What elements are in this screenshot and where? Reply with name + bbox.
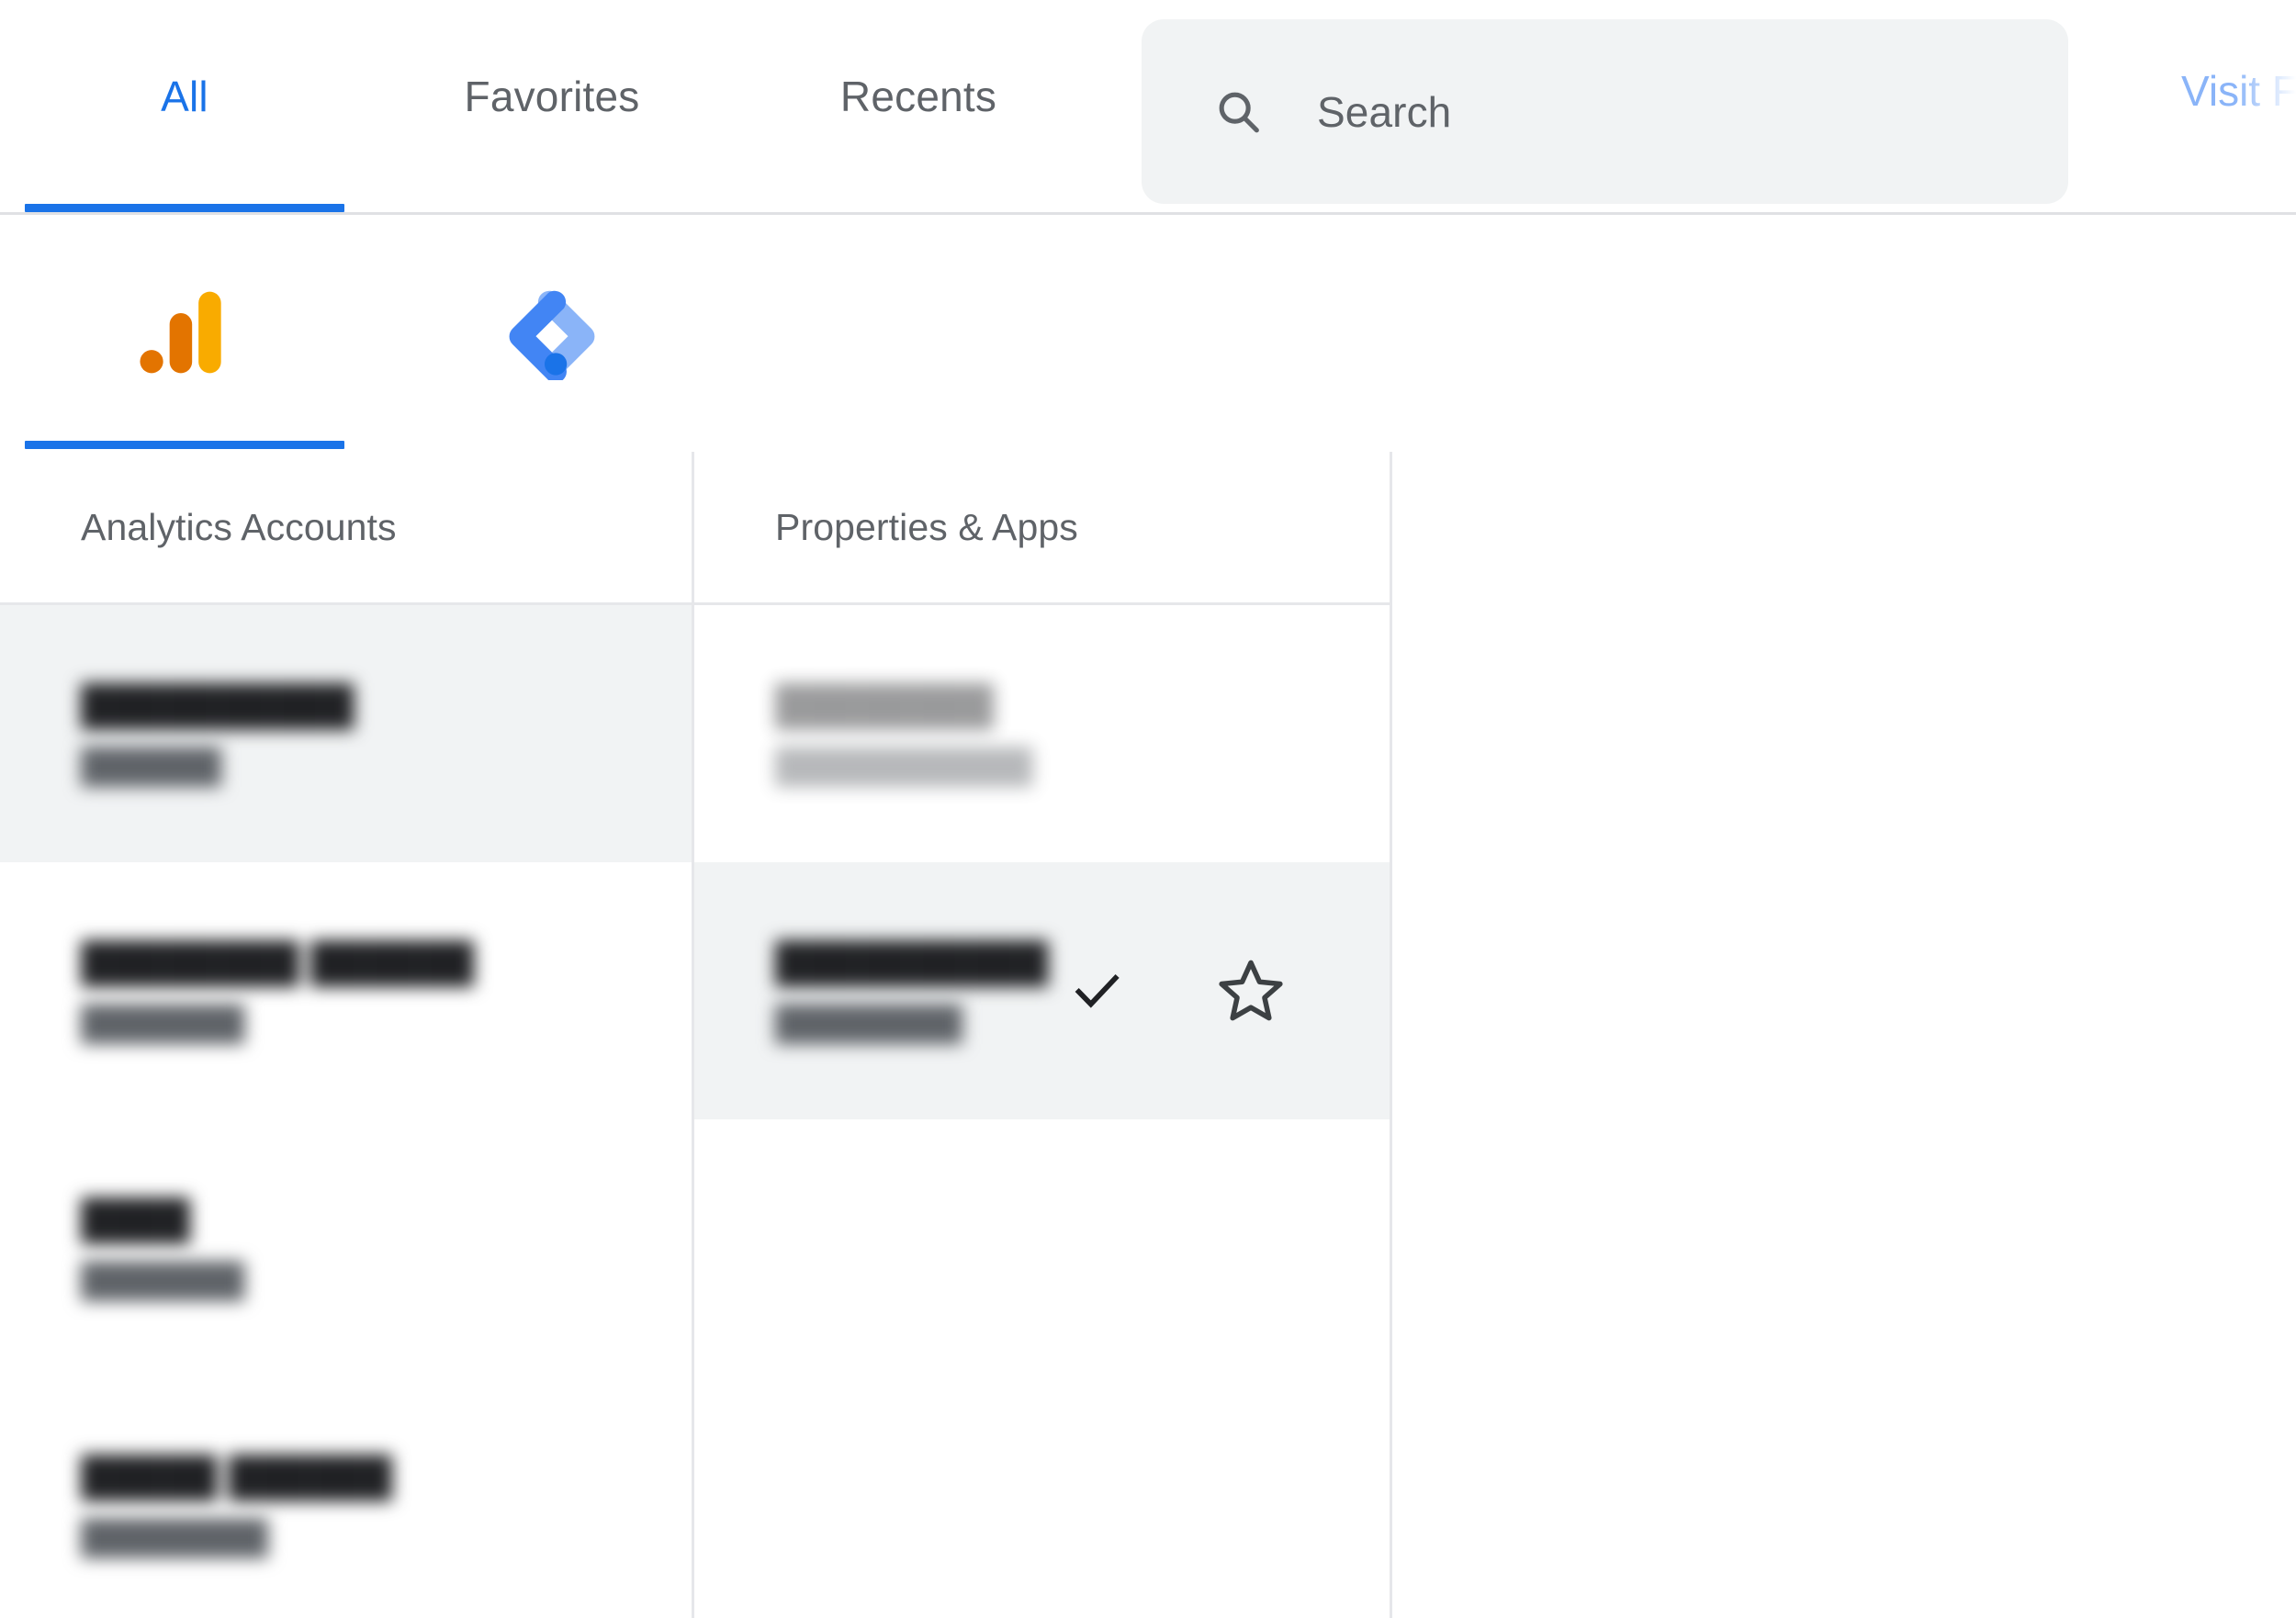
product-tab-bar: All accounts — [0, 215, 2296, 452]
account-row-4-name: █████ ██████ — [81, 1453, 392, 1500]
account-picker-screen: All Favorites Recents Search Visit Fireb… — [0, 0, 2296, 1618]
active-product-tab-indicator — [25, 441, 344, 449]
picker-columns: Analytics Accounts ██████████ ██████ ███… — [0, 452, 2296, 1618]
property-row-2-actions — [1068, 955, 1390, 1027]
column-analytics-accounts: Analytics Accounts ██████████ ██████ ███… — [0, 452, 694, 1618]
account-row-2-texts: ████████ ██████ ███████ — [81, 938, 474, 1043]
account-row-4-texts: █████ ██████ ████████ — [81, 1453, 392, 1557]
account-row-1-name: ██████████ — [81, 681, 355, 729]
search-icon — [1212, 85, 1266, 139]
account-row-3-name: ████ — [81, 1196, 245, 1243]
product-tab-google-analytics[interactable] — [0, 215, 369, 449]
tab-all[interactable]: All — [0, 0, 369, 212]
property-row-1-id: ███████████ — [775, 746, 1033, 786]
tab-recents-label: Recents — [840, 72, 996, 121]
property-row-2[interactable]: ██████████ ████████ — [694, 862, 1390, 1119]
check-icon — [1068, 962, 1125, 1019]
tab-all-label: All — [161, 72, 208, 121]
column-properties-apps: Properties & Apps ████████ ███████████ █… — [694, 452, 1392, 1618]
tab-favorites[interactable]: Favorites — [369, 0, 735, 212]
account-row-3-texts: ████ ███████ — [81, 1196, 245, 1300]
account-row-3-id: ███████ — [81, 1260, 245, 1300]
account-row-2-name: ████████ ██████ — [81, 938, 474, 986]
product-tab-tag-manager[interactable] — [369, 215, 735, 449]
property-row-1-name: ████████ — [775, 681, 1033, 729]
account-row-1-id: ██████ — [81, 746, 355, 786]
property-row-2-name: ██████████ — [775, 938, 1049, 986]
top-tab-bar: All Favorites Recents Search Visit Fireb… — [0, 0, 2296, 215]
property-row-2-id: ████████ — [775, 1003, 1049, 1043]
property-row-2-texts: ██████████ ████████ — [775, 938, 1049, 1043]
scope-tabs: All Favorites Recents — [0, 0, 1102, 212]
account-row-2[interactable]: ████████ ██████ ███████ — [0, 862, 692, 1119]
column-views — [1392, 452, 2296, 1618]
account-row-3[interactable]: ████ ███████ — [0, 1119, 692, 1376]
search-placeholder: Search — [1317, 87, 1451, 137]
star-outline-icon[interactable] — [1215, 955, 1287, 1027]
column-header-accounts: Analytics Accounts — [0, 452, 692, 605]
account-row-4-id: ████████ — [81, 1517, 392, 1557]
column-header-views — [1392, 452, 2296, 605]
analytics-bars-icon — [133, 281, 236, 384]
account-row-4[interactable]: █████ ██████ ████████ — [0, 1376, 692, 1618]
account-row-2-id: ███████ — [81, 1003, 474, 1043]
account-row-1-texts: ██████████ ██████ — [81, 681, 355, 786]
tab-recents[interactable]: Recents — [735, 0, 1102, 212]
tab-favorites-label: Favorites — [465, 72, 640, 121]
column-header-properties-label: Properties & Apps — [775, 506, 1078, 549]
account-row-1[interactable]: ██████████ ██████ — [0, 605, 692, 862]
tag-manager-diamond-icon — [504, 285, 600, 380]
property-row-1[interactable]: ████████ ███████████ — [694, 605, 1390, 862]
visit-firebase-link[interactable]: Visit Firebase — [2181, 66, 2296, 116]
search-field[interactable]: Search — [1142, 19, 2068, 204]
column-header-accounts-label: Analytics Accounts — [81, 506, 397, 549]
column-header-properties: Properties & Apps — [694, 452, 1390, 605]
property-row-1-texts: ████████ ███████████ — [775, 681, 1033, 786]
active-tab-indicator — [25, 204, 344, 212]
